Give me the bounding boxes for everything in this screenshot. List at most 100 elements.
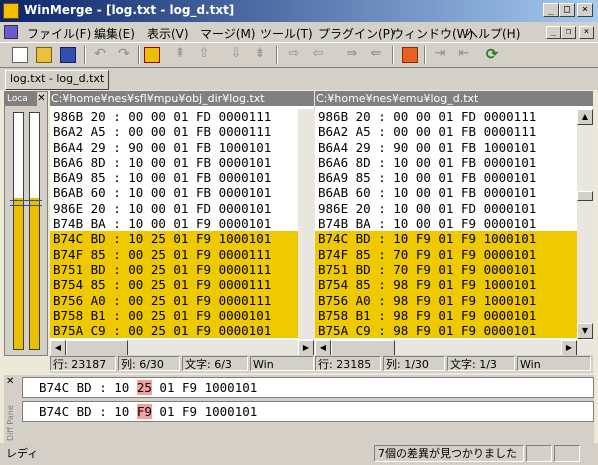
- left-text-line[interactable]: B75A C9 : 00 25 01 F9 0000101: [50, 323, 298, 339]
- right-scroll-right-icon[interactable]: ▶: [561, 340, 577, 356]
- left-diff-pane[interactable]: C:¥home¥nes¥sfl¥mpu¥obj_dir¥log.txt 986B…: [50, 91, 314, 356]
- right-scroll-down-icon[interactable]: ▼: [577, 323, 593, 339]
- options-icon[interactable]: [402, 47, 418, 63]
- right-text-line[interactable]: B751 BD : 70 F9 01 F9 0000101: [315, 261, 577, 278]
- left-file-path: C:¥home¥nes¥sfl¥mpu¥obj_dir¥log.txt: [50, 91, 314, 106]
- right-text-line[interactable]: B754 85 : 98 F9 01 F9 1000101: [315, 277, 577, 293]
- next-diff-icon[interactable]: [144, 47, 160, 63]
- right-scroll-up-icon[interactable]: ▲: [577, 109, 593, 125]
- open-icon[interactable]: [36, 47, 52, 63]
- right-vscroll-thumb[interactable]: [577, 191, 593, 201]
- minimize-button[interactable]: _: [543, 3, 559, 17]
- menu-edit[interactable]: 編集(E): [94, 25, 135, 42]
- right-scroll-left-icon[interactable]: ◀: [315, 340, 331, 356]
- right-text-line[interactable]: B74B BA : 10 00 01 F9 0000101: [315, 216, 577, 231]
- left-text-line[interactable]: B6A6 8D : 10 00 01 FB 0000101: [50, 155, 298, 170]
- undo-icon[interactable]: ↶: [92, 47, 108, 63]
- left-text-line[interactable]: B6A9 85 : 10 00 01 FB 0000101: [50, 170, 298, 185]
- left-scroll-right-icon[interactable]: ▶: [298, 340, 314, 356]
- left-text-line[interactable]: B758 B1 : 00 25 01 F9 0000101: [50, 307, 298, 324]
- copy-right-icon[interactable]: ⇨: [286, 47, 302, 63]
- right-text-line[interactable]: B6A6 8D : 10 00 01 FB 0000101: [315, 155, 577, 170]
- right-hscroll-thumb[interactable]: [331, 340, 395, 356]
- redo-icon[interactable]: ↷: [116, 47, 132, 63]
- left-text-line[interactable]: B754 85 : 00 25 01 F9 0000111: [50, 277, 298, 293]
- merge-right-icon[interactable]: ⇥: [432, 47, 448, 63]
- right-text-line[interactable]: B6AB 60 : 10 00 01 FB 0000101: [315, 185, 577, 200]
- right-text-line[interactable]: B758 B1 : 98 F9 01 F9 0000101: [315, 307, 577, 324]
- right-vertical-scrollbar[interactable]: ▲ ▼: [577, 109, 593, 339]
- diff-detail-top-line[interactable]: B74C BD : 10 25 01 F9 1000101: [22, 377, 594, 398]
- left-text-line[interactable]: B6A2 A5 : 00 00 01 FB 0000111: [50, 124, 298, 139]
- left-text-line[interactable]: B6AB 60 : 10 00 01 FB 0000101: [50, 185, 298, 200]
- merge-left-icon[interactable]: ⇤: [456, 47, 472, 63]
- left-text-line[interactable]: B6A4 29 : 90 00 01 FB 1000101: [50, 140, 298, 155]
- copy-left-icon[interactable]: ⇦: [310, 47, 326, 63]
- menu-window[interactable]: ウィンドウ(W): [392, 25, 473, 42]
- menu-merge[interactable]: マージ(M): [200, 25, 255, 42]
- right-text-line[interactable]: B74C BD : 10 F9 01 F9 1000101: [315, 231, 577, 247]
- location-bar-left[interactable]: [13, 112, 24, 350]
- save-icon[interactable]: [60, 47, 76, 63]
- diff-detail-pane: ✕ Diff Pane B74C BD : 10 25 01 F9 100010…: [4, 375, 594, 443]
- left-text-area[interactable]: 986B 20 : 00 00 01 FD 0000111 B6A2 A5 : 0…: [50, 109, 298, 339]
- right-text-line[interactable]: B6A9 85 : 10 00 01 FB 0000101: [315, 170, 577, 185]
- left-text-line[interactable]: B74B BA : 10 00 01 F9 0000101: [50, 216, 298, 231]
- right-text-line[interactable]: B6A4 29 : 90 00 01 FB 1000101: [315, 140, 577, 155]
- right-text-line[interactable]: 986E 20 : 10 00 01 FD 0000101: [315, 201, 577, 216]
- status-ready: レディ: [6, 447, 39, 460]
- close-button[interactable]: ×: [577, 3, 593, 17]
- location-pane[interactable]: Loca ✕: [4, 91, 48, 356]
- diff-bottom-text-after: 01 F9 1000101: [151, 404, 258, 419]
- diff-pane-close-icon[interactable]: ✕: [6, 376, 14, 387]
- menu-view[interactable]: 表示(V): [147, 25, 189, 42]
- mdi-minimize-button[interactable]: _: [546, 26, 561, 39]
- left-vertical-scrollbar[interactable]: [298, 109, 314, 339]
- right-text-line[interactable]: B75A C9 : 98 F9 01 F9 0000101: [315, 323, 577, 339]
- maximize-button[interactable]: □: [559, 3, 575, 17]
- left-text-line[interactable]: B74C BD : 10 25 01 F9 1000101: [50, 231, 298, 247]
- right-diff-pane[interactable]: C:¥home¥nes¥emu¥log_d.txt 986B 20 : 00 0…: [315, 91, 593, 356]
- right-horizontal-scrollbar[interactable]: ◀ ▶: [315, 340, 593, 356]
- menu-help[interactable]: ヘルプ(H): [466, 25, 520, 42]
- left-eol-status: Win: [250, 356, 314, 371]
- mdi-restore-button[interactable]: ❐: [561, 26, 576, 39]
- title-bar[interactable]: WinMerge - [log.txt - log_d.txt] _ □ ×: [0, 0, 598, 22]
- winmerge-app-icon[interactable]: [3, 3, 19, 19]
- copy-all-right-icon[interactable]: ⇛: [344, 47, 360, 63]
- location-pane-close-icon[interactable]: ✕: [36, 92, 47, 106]
- menu-tools[interactable]: ツール(T): [260, 25, 313, 42]
- left-horizontal-scrollbar[interactable]: ◀ ▶: [50, 340, 314, 356]
- left-hscroll-thumb[interactable]: [66, 340, 128, 356]
- menu-plugins[interactable]: プラグイン(P): [318, 25, 395, 42]
- copy-all-left-icon[interactable]: ⇚: [368, 47, 384, 63]
- left-text-line[interactable]: B74F 85 : 00 25 01 F9 0000111: [50, 246, 298, 262]
- right-text-line[interactable]: 986B 20 : 00 00 01 FD 0000111: [315, 109, 577, 124]
- location-bar-right[interactable]: [29, 112, 40, 350]
- left-text-line[interactable]: 986E 20 : 10 00 01 FD 0000101: [50, 201, 298, 216]
- right-text-area[interactable]: 986B 20 : 00 00 01 FD 0000111 B6A2 A5 : 0…: [315, 109, 577, 339]
- menu-file[interactable]: ファイル(F): [27, 25, 91, 42]
- left-pane-status: 行: 23187 列: 6/30 文字: 6/3 Win: [50, 355, 314, 373]
- refresh-icon[interactable]: ⟳: [484, 47, 500, 63]
- right-line-status: 行: 23185: [315, 356, 381, 371]
- left-scroll-left-icon[interactable]: ◀: [50, 340, 66, 356]
- left-text-line[interactable]: 986B 20 : 00 00 01 FD 0000111: [50, 109, 298, 124]
- location-viewport-marker[interactable]: [10, 200, 42, 206]
- prev-diff-icon[interactable]: ⇧: [196, 47, 212, 63]
- left-text-line[interactable]: B751 BD : 00 25 01 F9 0000111: [50, 261, 298, 278]
- right-text-line[interactable]: B6A2 A5 : 00 00 01 FB 0000111: [315, 124, 577, 139]
- right-text-line[interactable]: B74F 85 : 70 F9 01 F9 0000101: [315, 246, 577, 262]
- new-icon[interactable]: [12, 47, 28, 63]
- diff-detail-bottom-line[interactable]: B74C BD : 10 F9 01 F9 1000101: [22, 401, 594, 422]
- left-text-line[interactable]: B756 A0 : 00 25 01 F9 0000111: [50, 292, 298, 308]
- left-line-status: 行: 23187: [50, 356, 116, 371]
- tab-log-compare[interactable]: log.txt - log_d.txt: [5, 70, 110, 90]
- down-diff-icon[interactable]: ⇩: [228, 47, 244, 63]
- document-menu-icon[interactable]: [4, 25, 18, 39]
- mdi-close-button[interactable]: ×: [579, 26, 594, 39]
- diff-bottom-text: B74C BD : 10: [39, 404, 137, 419]
- right-text-line[interactable]: B756 A0 : 98 F9 01 F9 1000101: [315, 292, 577, 308]
- last-diff-icon[interactable]: ⇟: [252, 47, 268, 63]
- first-diff-icon[interactable]: ⇞: [172, 47, 188, 63]
